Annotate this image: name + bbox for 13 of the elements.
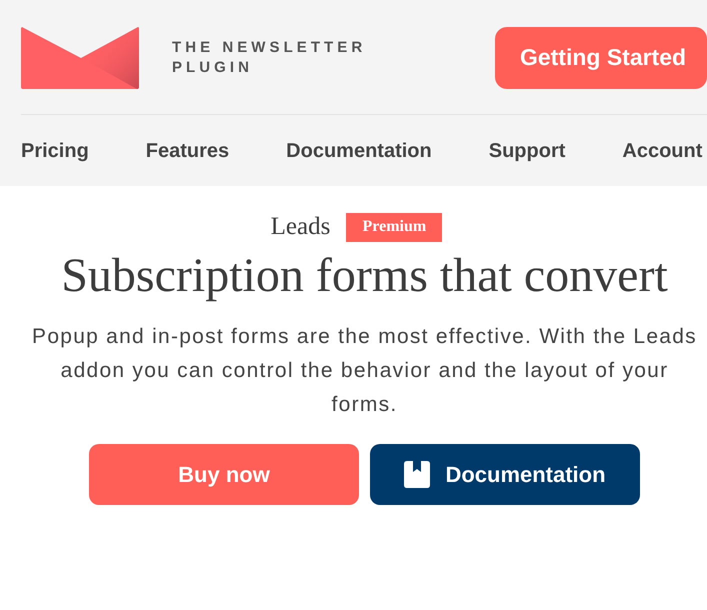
nav-link[interactable]: Account (622, 136, 702, 166)
nav-link[interactable]: Pricing (21, 136, 89, 166)
brand-name: THE NEWSLETTER PLUGIN (172, 38, 368, 78)
description-text: Popup and in-post forms are the most effective. With the Leads addon you can control the behavior and the layout of your forms. (32, 324, 697, 418)
book-icon (404, 461, 430, 488)
premium-badge: Premium (346, 212, 442, 242)
page-title: Subscription forms that convert (61, 248, 668, 304)
nav-link[interactable]: Support (488, 136, 566, 166)
documentation-button[interactable]: Documentation (370, 444, 640, 505)
nav-link[interactable]: Features (146, 136, 230, 166)
nav-link[interactable]: Documentation (286, 136, 432, 166)
envelope-logo-icon[interactable] (21, 26, 139, 88)
product-name: Leads (270, 212, 330, 242)
